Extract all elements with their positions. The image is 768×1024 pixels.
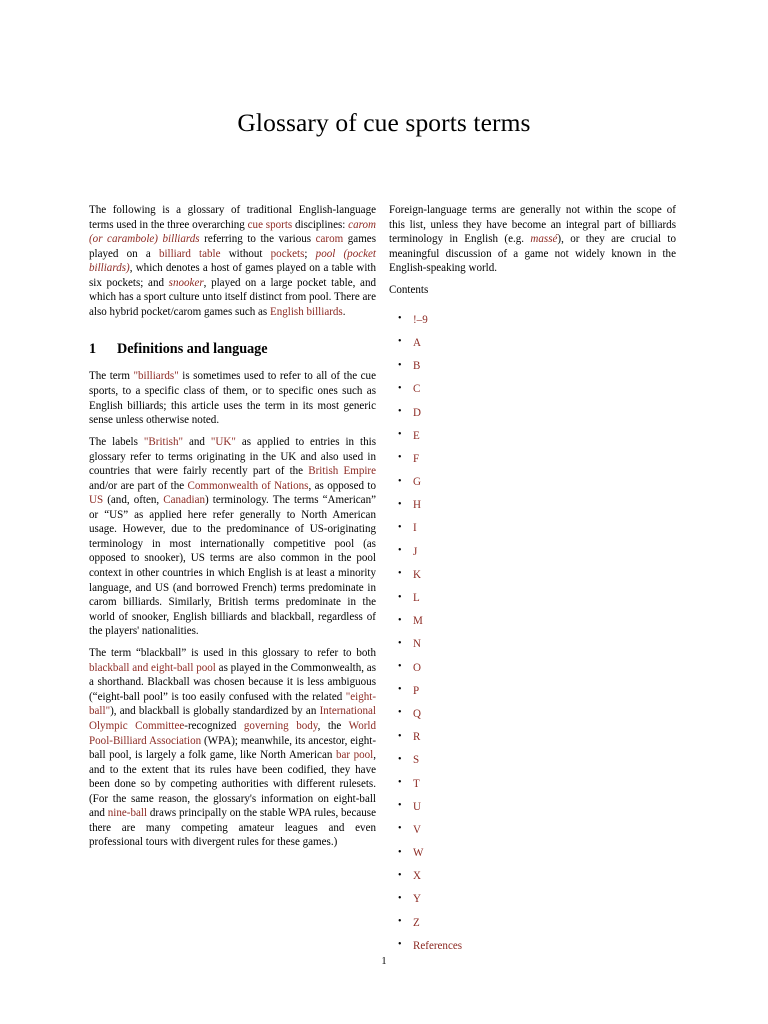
left-column: The following is a glossary of tradition… xyxy=(89,203,376,850)
toc-list-item: Q xyxy=(389,707,676,720)
toc-list-item: J xyxy=(389,545,676,558)
toc-link[interactable]: U xyxy=(413,801,421,813)
document-page: Glossary of cue sports terms The followi… xyxy=(0,0,768,1024)
toc-link[interactable]: F xyxy=(413,453,419,465)
inline-link[interactable]: snooker xyxy=(169,277,204,289)
inline-link[interactable]: "British" xyxy=(144,436,183,448)
toc-link[interactable]: Q xyxy=(413,708,421,720)
section-heading-definitions: 1 Definitions and language xyxy=(89,341,376,358)
toc-list-item: B xyxy=(389,360,676,373)
toc-list-item: F xyxy=(389,452,676,465)
toc-list-item: T xyxy=(389,777,676,790)
toc-list-item: Y xyxy=(389,893,676,906)
inline-link[interactable]: pockets xyxy=(271,248,305,260)
toc-list-item: E xyxy=(389,429,676,442)
toc-link[interactable]: D xyxy=(413,407,421,419)
toc-list-item: X xyxy=(389,870,676,883)
toc-list-item: P xyxy=(389,684,676,697)
inline-link[interactable]: "billiards" xyxy=(133,370,178,382)
toc-link[interactable]: S xyxy=(413,754,419,766)
toc-list-item: K xyxy=(389,568,676,581)
toc-list-item: L xyxy=(389,592,676,605)
inline-link[interactable]: governing body xyxy=(244,720,318,732)
inline-link[interactable]: "UK" xyxy=(211,436,236,448)
inline-link[interactable]: Canadian xyxy=(163,494,205,506)
inline-link[interactable]: pool (pocket billiards) xyxy=(89,248,376,275)
toc-link[interactable]: C xyxy=(413,383,420,395)
toc-list-item: References xyxy=(389,939,676,952)
toc-list-item: !–9 xyxy=(389,313,676,326)
toc-link[interactable]: M xyxy=(413,615,423,627)
inline-link[interactable]: blackball and eight-ball pool xyxy=(89,662,216,674)
toc-link[interactable]: T xyxy=(413,778,420,790)
toc-list-item: A xyxy=(389,336,676,349)
toc-link[interactable]: G xyxy=(413,476,421,488)
toc-list-item: I xyxy=(389,522,676,535)
toc-link[interactable]: V xyxy=(413,824,421,836)
toc-link[interactable]: X xyxy=(413,870,421,882)
paragraph-british-uk-labels: The labels "British" and "UK" as applied… xyxy=(89,436,376,638)
table-of-contents-list: !–9 ABCDEFGHIJKLMNOPQRSTUVWXYZ References xyxy=(389,313,676,952)
toc-link[interactable]: K xyxy=(413,569,421,581)
toc-link[interactable]: W xyxy=(413,847,423,859)
toc-list-item: O xyxy=(389,661,676,674)
toc-link[interactable]: J xyxy=(413,546,417,558)
toc-list-item: R xyxy=(389,731,676,744)
inline-link[interactable]: cue sports xyxy=(248,219,293,231)
section-number: 1 xyxy=(89,341,97,358)
page-title: Glossary of cue sports terms xyxy=(237,108,531,137)
toc-list-item: M xyxy=(389,615,676,628)
toc-link[interactable]: E xyxy=(413,430,420,442)
toc-link[interactable]: Z xyxy=(413,917,420,929)
toc-list-item: C xyxy=(389,383,676,396)
toc-list-item: Z xyxy=(389,916,676,929)
toc-link[interactable]: N xyxy=(413,638,421,650)
intro-paragraph: The following is a glossary of tradition… xyxy=(89,204,377,318)
toc-link[interactable]: B xyxy=(413,360,420,372)
inline-link[interactable]: nine-ball xyxy=(108,807,147,819)
paragraph-blackball-term: The term “blackball” is used in this glo… xyxy=(89,647,377,849)
inline-link[interactable]: massé xyxy=(530,233,557,245)
toc-list-item: W xyxy=(389,847,676,860)
toc-list-item: V xyxy=(389,823,676,836)
toc-link[interactable]: P xyxy=(413,685,419,697)
page-number-footer: 1 xyxy=(381,956,387,967)
contents-heading: Contents xyxy=(389,284,429,297)
inline-link[interactable]: billiard table xyxy=(159,248,221,260)
two-column-body: The following is a glossary of tradition… xyxy=(89,203,676,952)
inline-link[interactable]: Commonwealth of Nations xyxy=(188,480,309,492)
toc-link[interactable]: Y xyxy=(413,893,421,905)
toc-link[interactable]: I xyxy=(413,522,417,534)
toc-link[interactable]: L xyxy=(413,592,420,604)
toc-link[interactable]: A xyxy=(413,337,421,349)
inline-link[interactable]: English billiards xyxy=(270,306,343,318)
inline-link[interactable]: carom xyxy=(316,233,344,245)
toc-link[interactable]: O xyxy=(413,662,421,674)
toc-link[interactable]: !–9 xyxy=(413,314,428,326)
toc-list-item: S xyxy=(389,754,676,767)
toc-list-item: D xyxy=(389,406,676,419)
inline-link[interactable]: British Empire xyxy=(308,465,376,477)
toc-link[interactable]: H xyxy=(413,499,421,511)
toc-link[interactable]: References xyxy=(413,940,462,952)
toc-link[interactable]: R xyxy=(413,731,420,743)
toc-list-item: H xyxy=(389,499,676,512)
paragraph-billiards-term: The term "billiards" is sometimes used t… xyxy=(89,370,376,427)
inline-link[interactable]: US xyxy=(89,494,103,506)
toc-list-item: G xyxy=(389,476,676,489)
toc-list-item: N xyxy=(389,638,676,651)
right-column: Foreign-language terms are generally not… xyxy=(389,203,676,963)
toc-list-item: U xyxy=(389,800,676,813)
section-title: Definitions and language xyxy=(117,341,268,358)
inline-link[interactable]: International Olympic Committee xyxy=(89,705,376,732)
paragraph-foreign-language-terms: Foreign-language terms are generally not… xyxy=(389,204,676,275)
inline-link[interactable]: bar pool xyxy=(336,749,373,761)
